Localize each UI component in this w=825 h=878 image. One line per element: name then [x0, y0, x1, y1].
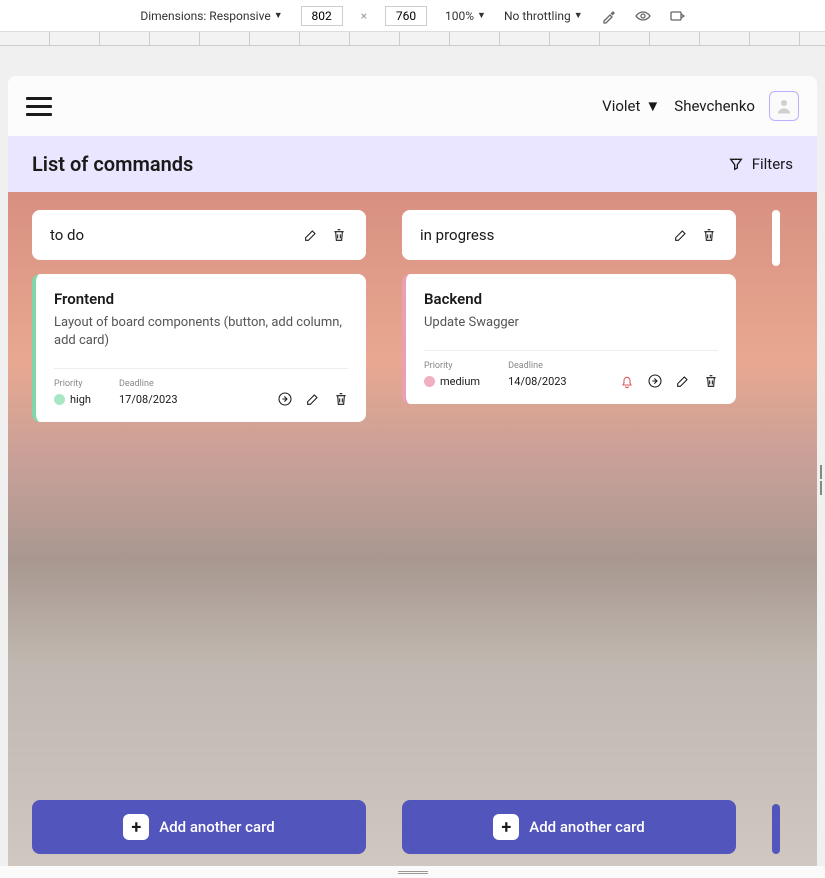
theme-switcher[interactable]: Violet ▼: [602, 97, 660, 115]
filters-button[interactable]: Filters: [728, 155, 793, 173]
export-icon[interactable]: [669, 8, 685, 24]
add-card-button[interactable]: + Add another card: [32, 800, 366, 854]
filters-label: Filters: [752, 155, 793, 173]
plus-icon: +: [123, 814, 149, 840]
trash-icon: [331, 227, 347, 243]
card-description: Update Swagger: [424, 314, 718, 332]
devtools-bottom-handle[interactable]: [0, 866, 825, 878]
pencil-icon: [303, 227, 319, 243]
move-card-button[interactable]: [276, 390, 294, 408]
eye-icon[interactable]: [635, 8, 651, 24]
add-card-label: Add another card: [529, 818, 644, 836]
arrow-right-circle-icon: [647, 373, 663, 389]
pencil-icon: [305, 391, 321, 407]
reminder-button[interactable]: [618, 372, 636, 390]
card-description: Layout of board components (button, add …: [54, 314, 348, 350]
dimensions-dropdown[interactable]: Dimensions: Responsive ▼: [140, 9, 282, 23]
column-peek[interactable]: [772, 210, 780, 266]
column-title: to do: [50, 226, 84, 244]
column-header: in progress: [402, 210, 736, 260]
avatar[interactable]: [769, 91, 799, 121]
add-card-button[interactable]: + Add another card: [402, 800, 736, 854]
plus-icon: +: [493, 814, 519, 840]
delete-card-button[interactable]: [702, 372, 720, 390]
deadline-label: Deadline: [119, 379, 178, 389]
priority-dot: [54, 394, 65, 405]
user-icon: [775, 97, 793, 115]
devtools-resize-handle[interactable]: [817, 460, 825, 500]
add-card-peek[interactable]: [772, 804, 780, 854]
app-window: Violet ▼ Shevchenko List of commands Fil…: [8, 76, 817, 866]
filter-icon: [728, 156, 744, 172]
chevron-down-icon: ▼: [274, 10, 283, 21]
column-title: in progress: [420, 226, 494, 244]
trash-icon: [333, 391, 349, 407]
card[interactable]: Backend Update Swagger Priority medium D…: [402, 274, 736, 404]
dimensions-label: Dimensions: Responsive: [140, 9, 270, 23]
chevron-down-icon: ▼: [477, 10, 486, 21]
eyedropper-icon[interactable]: [601, 8, 617, 24]
chevron-down-icon: ▼: [574, 10, 583, 21]
trash-icon: [701, 227, 717, 243]
column-todo: to do Frontend Layout of board component…: [32, 210, 366, 854]
delete-column-button[interactable]: [330, 226, 348, 244]
add-card-label: Add another card: [159, 818, 274, 836]
priority-label: Priority: [54, 379, 91, 389]
ruler: [0, 32, 825, 46]
priority-label: Priority: [424, 361, 480, 371]
viewport-height-input[interactable]: [385, 6, 427, 26]
deadline-label: Deadline: [508, 361, 567, 371]
throttling-dropdown[interactable]: No throttling ▼: [504, 9, 583, 23]
zoom-value: 100%: [445, 9, 474, 23]
priority-dot: [424, 376, 435, 387]
hamburger-menu[interactable]: [26, 97, 52, 116]
pencil-icon: [675, 373, 691, 389]
board-title: List of commands: [32, 152, 193, 176]
board-canvas[interactable]: to do Frontend Layout of board component…: [8, 192, 817, 866]
bell-icon: [619, 373, 635, 389]
priority-value: high: [70, 393, 91, 406]
card-title: Frontend: [54, 290, 348, 308]
priority-value: medium: [440, 375, 480, 388]
pencil-icon: [673, 227, 689, 243]
card[interactable]: Frontend Layout of board components (but…: [32, 274, 366, 422]
dimension-separator: ×: [361, 9, 367, 23]
app-header: Violet ▼ Shevchenko: [8, 76, 817, 136]
deadline-value: 14/08/2023: [508, 375, 567, 388]
edit-card-button[interactable]: [304, 390, 322, 408]
board-subheader: List of commands Filters: [8, 136, 817, 192]
username-label: Shevchenko: [674, 97, 755, 115]
theme-name: Violet: [602, 97, 640, 115]
throttling-value: No throttling: [504, 9, 571, 23]
trash-icon: [703, 373, 719, 389]
move-card-button[interactable]: [646, 372, 664, 390]
column-in-progress: in progress Backend Update Swagger Prior…: [402, 210, 736, 854]
deadline-value: 17/08/2023: [119, 393, 178, 406]
column-header: to do: [32, 210, 366, 260]
card-title: Backend: [424, 290, 718, 308]
delete-column-button[interactable]: [700, 226, 718, 244]
arrow-right-circle-icon: [277, 391, 293, 407]
edit-column-button[interactable]: [302, 226, 320, 244]
zoom-dropdown[interactable]: 100% ▼: [445, 9, 486, 23]
edit-column-button[interactable]: [672, 226, 690, 244]
edit-card-button[interactable]: [674, 372, 692, 390]
delete-card-button[interactable]: [332, 390, 350, 408]
chevron-down-icon: ▼: [645, 97, 660, 115]
viewport-width-input[interactable]: [301, 6, 343, 26]
devtools-bar: Dimensions: Responsive ▼ × 100% ▼ No thr…: [0, 0, 825, 32]
